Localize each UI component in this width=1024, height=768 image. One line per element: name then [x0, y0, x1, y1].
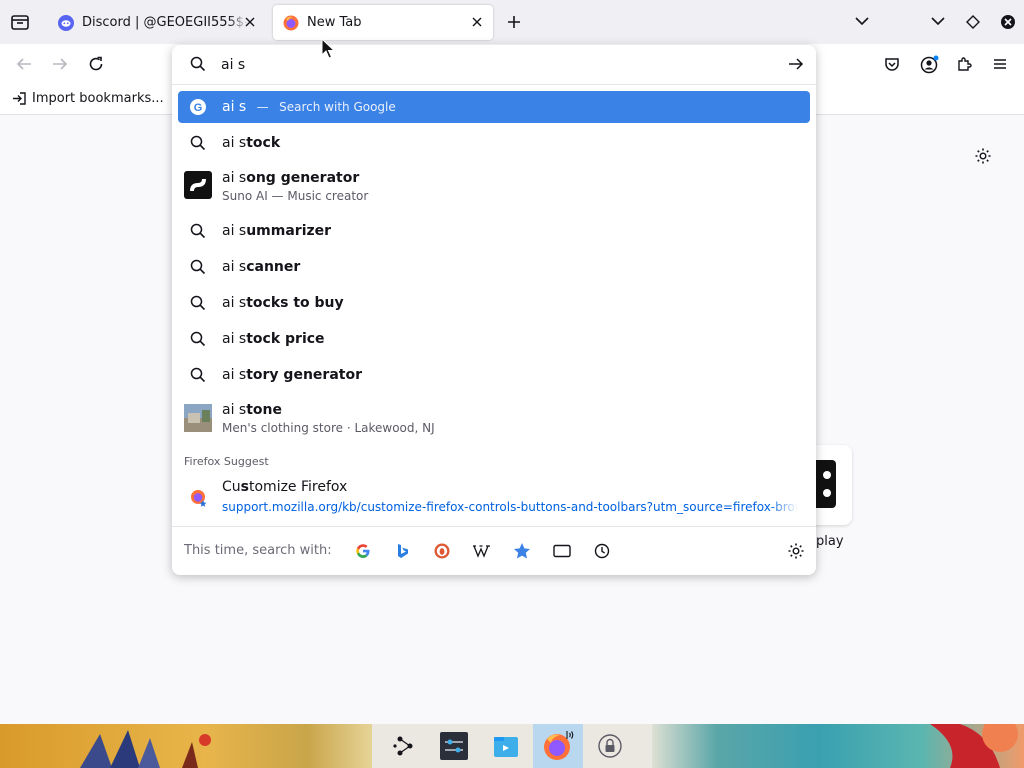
search-settings-gear-icon[interactable]: [786, 541, 806, 561]
suggestion-search-with-google[interactable]: G ai s — Search with Google: [178, 91, 810, 123]
suggestion-title-match: s: [240, 479, 249, 495]
firefox-suggest-label: Firefox Suggest: [184, 455, 269, 468]
minimize-chevron-icon[interactable]: [930, 15, 946, 27]
window-close-icon[interactable]: [1000, 14, 1016, 30]
suggestion-prefix: ai s: [222, 331, 247, 347]
tab-title: New Tab: [307, 15, 362, 30]
search-icon: [190, 295, 206, 311]
account-icon[interactable]: [920, 55, 940, 75]
tab-new-tab[interactable]: New Tab: [273, 5, 493, 40]
search-icon: [190, 367, 206, 383]
google-icon: G: [190, 99, 206, 115]
suggestion-prefix: ai s: [222, 402, 247, 418]
bing-engine-icon[interactable]: [393, 541, 413, 561]
hamburger-menu-icon[interactable]: [992, 57, 1008, 71]
suggestion-prefix: ai s: [222, 259, 247, 275]
suggestion-subtitle: Men's clothing store · Lakewood, NJ: [222, 421, 435, 435]
discord-icon: [58, 14, 74, 31]
forward-arrow-icon[interactable]: [51, 56, 69, 72]
search-icon: [190, 223, 206, 239]
close-icon[interactable]: [471, 16, 483, 28]
urlbar: [172, 45, 816, 85]
search-with-label: This time, search with:: [184, 543, 332, 558]
suggestion-item[interactable]: ai stocks to buy: [178, 285, 810, 321]
import-bookmarks-button[interactable]: Import bookmarks...: [12, 91, 164, 106]
suggestion-completion: canner: [246, 259, 301, 275]
suggestion-item[interactable]: ai story generator: [178, 357, 810, 393]
suggestion-completion: tone: [246, 402, 282, 418]
tab-title: Discord | @GEOEGII555$-: [82, 15, 248, 30]
suggestion-completion: tock price: [246, 331, 325, 347]
suggestion-prefix: ai s: [222, 295, 247, 311]
one-off-search-bar: This time, search with:: [172, 526, 816, 575]
app-launcher-icon[interactable]: [385, 728, 425, 764]
close-icon[interactable]: [244, 16, 256, 28]
store-photo-icon: [184, 404, 212, 432]
suggestion-item-customize-firefox[interactable]: Customize Firefox support.mozilla.org/kb…: [178, 473, 810, 519]
settings-app-icon[interactable]: [434, 728, 474, 764]
maximize-diamond-icon[interactable]: [966, 15, 980, 29]
suggestion-item-store[interactable]: ai stone Men's clothing store · Lakewood…: [178, 397, 810, 439]
new-tab-plus-icon[interactable]: [506, 14, 522, 30]
wikipedia-engine-icon[interactable]: [472, 541, 492, 561]
suggestion-prefix: ai s: [222, 135, 247, 151]
suggestion-prefix: ai s: [222, 223, 247, 239]
firefox-view-icon[interactable]: [10, 13, 30, 31]
suggestion-completion: tock: [246, 135, 281, 151]
tabs-icon[interactable]: [552, 541, 572, 561]
suggestion-item[interactable]: ai summarizer: [178, 213, 810, 249]
search-icon: [190, 135, 206, 151]
suggestion-title-part: tomize Firefox: [249, 479, 348, 495]
suggestion-prefix: ai s: [222, 170, 247, 186]
separator: —: [256, 100, 269, 114]
search-icon: [190, 56, 206, 72]
suggestion-completion: ummarizer: [246, 223, 332, 239]
suggestion-item[interactable]: ai stock price: [178, 321, 810, 357]
firefox-icon: [190, 489, 208, 507]
suggestion-prefix: ai s: [222, 367, 247, 383]
duckduckgo-engine-icon[interactable]: [432, 541, 452, 561]
suggestion-item[interactable]: ai stock: [178, 125, 810, 161]
search-icon: [190, 331, 206, 347]
search-icon: [190, 259, 206, 275]
suggestion-title-part: Cu: [222, 479, 241, 495]
svg-text:G: G: [194, 102, 203, 114]
firefox-taskbar-icon[interactable]: [537, 728, 577, 764]
lock-screen-icon[interactable]: [590, 728, 630, 764]
shortcut-label: play: [816, 534, 844, 549]
suggestion-text: ai s: [222, 99, 247, 115]
suggestion-item-suno[interactable]: ai song generator Suno AI — Music creato…: [178, 165, 810, 205]
urlbar-popup: G ai s — Search with Google ai stock ai …: [172, 45, 816, 575]
urlbar-input[interactable]: [221, 55, 761, 75]
extensions-puzzle-icon[interactable]: [956, 56, 972, 72]
pocket-icon[interactable]: [884, 56, 900, 72]
tab-discord[interactable]: Discord | @GEOEGII555$-: [48, 5, 266, 40]
suggestion-action: Search with Google: [279, 100, 396, 114]
reload-icon[interactable]: [87, 55, 105, 73]
suggestion-completion: ong generator: [246, 170, 360, 186]
suggestion-item[interactable]: ai scanner: [178, 249, 810, 285]
import-bookmarks-label: Import bookmarks...: [32, 91, 164, 106]
go-arrow-icon[interactable]: [788, 57, 804, 71]
history-clock-icon[interactable]: [592, 541, 612, 561]
suno-logo-icon: [184, 171, 212, 199]
tab-strip: Discord | @GEOEGII555$- New Tab: [0, 0, 1024, 44]
import-icon: [12, 91, 27, 106]
back-arrow-icon[interactable]: [15, 56, 33, 72]
mouse-cursor-icon: [321, 38, 335, 60]
list-all-tabs-chevron-icon[interactable]: [854, 15, 870, 27]
personalize-gear-icon[interactable]: [974, 147, 992, 165]
firefox-icon: [283, 15, 299, 31]
bookmarks-star-icon[interactable]: [512, 541, 532, 561]
file-manager-icon[interactable]: [486, 728, 526, 764]
suggestion-url: support.mozilla.org/kb/customize-firefox…: [222, 500, 798, 514]
suggestion-completion: tory generator: [246, 367, 362, 383]
suggestion-completion: tocks to buy: [246, 295, 344, 311]
suggestion-subtitle: Suno AI — Music creator: [222, 189, 369, 203]
google-engine-icon[interactable]: [353, 541, 373, 561]
